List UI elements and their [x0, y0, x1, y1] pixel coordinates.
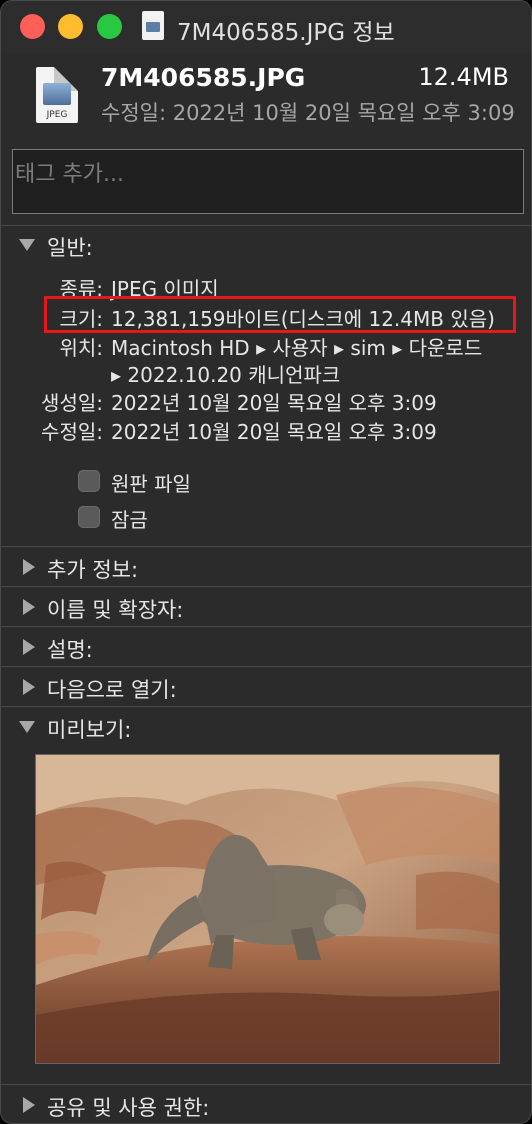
window-title: 7M406585.JPG 정보: [177, 20, 395, 46]
modified-label: 수정일:: [41, 420, 103, 444]
where-value[interactable]: Macintosh HD ▸ 사용자 ▸ sim ▸ 다운로드: [111, 332, 482, 361]
more-info-section[interactable]: 추가 정보:: [1, 547, 531, 587]
jpeg-document-icon: [142, 11, 164, 40]
disclosure-closed-icon: [23, 679, 35, 695]
preview-section-header[interactable]: 미리보기:: [1, 707, 531, 747]
tag-input[interactable]: 태그 추가...: [12, 149, 524, 214]
file-icon-label: JPEG: [46, 110, 68, 120]
title-bar[interactable]: 7M406585.JPG 정보: [1, 1, 531, 53]
locked-label: 잠금: [111, 508, 148, 532]
otter-photo: [36, 755, 499, 1063]
file-header: JPEG 7M406585.JPG 12.4MB 수정일: 2022년 10월 …: [1, 53, 531, 141]
where-value-continued[interactable]: ▸ 2022.10.20 캐니언파크: [111, 359, 340, 388]
preview-section: 미리보기:: [1, 707, 531, 747]
sharing-permissions-label: 공유 및 사용 권한:: [47, 1096, 210, 1120]
image-thumbnail-icon: [43, 83, 71, 105]
image-preview: [35, 754, 500, 1064]
zoom-button[interactable]: [97, 14, 122, 39]
created-label: 생성일:: [41, 391, 103, 415]
stationery-label: 원판 파일: [111, 472, 191, 496]
file-name: 7M406585.JPG: [101, 63, 306, 92]
size-highlight-box: [44, 296, 516, 333]
comments-section[interactable]: 설명:: [1, 627, 531, 667]
locked-checkbox[interactable]: [78, 506, 100, 528]
general-section-header[interactable]: 일반:: [1, 225, 531, 265]
disclosure-closed-icon: [23, 639, 35, 655]
created-value: 2022년 10월 20일 목요일 오후 3:09: [111, 391, 437, 415]
open-with-section[interactable]: 다음으로 열기:: [1, 667, 531, 707]
open-with-label: 다음으로 열기:: [47, 678, 177, 702]
stationery-checkbox[interactable]: [78, 470, 100, 492]
preview-label: 미리보기:: [47, 718, 132, 742]
disclosure-closed-icon: [23, 599, 35, 615]
disclosure-closed-icon: [23, 559, 35, 575]
name-extension-label: 이름 및 확장자:: [47, 598, 184, 622]
more-info-label: 추가 정보:: [47, 558, 139, 582]
file-size: 12.4MB: [418, 63, 509, 91]
general-section: 일반:: [1, 225, 531, 265]
disclosure-open-icon: [19, 721, 35, 733]
jpeg-file-icon: JPEG: [36, 67, 78, 123]
modified-value: 2022년 10월 20일 목요일 오후 3:09: [111, 420, 437, 444]
where-label: 위치:: [59, 336, 103, 360]
sharing-permissions-section[interactable]: 공유 및 사용 권한:: [1, 1085, 531, 1123]
close-button[interactable]: [20, 14, 45, 39]
disclosure-open-icon: [19, 239, 35, 251]
disclosure-closed-icon: [23, 1097, 35, 1113]
comments-label: 설명:: [47, 638, 93, 662]
file-modified-date: 수정일: 2022년 10월 20일 목요일 오후 3:09: [101, 101, 515, 125]
name-extension-section[interactable]: 이름 및 확장자:: [1, 587, 531, 627]
info-window: 7M406585.JPG 정보 JPEG 7M406585.JPG 12.4MB…: [0, 0, 532, 1124]
minimize-button[interactable]: [58, 14, 83, 39]
general-section-label: 일반:: [47, 236, 93, 260]
